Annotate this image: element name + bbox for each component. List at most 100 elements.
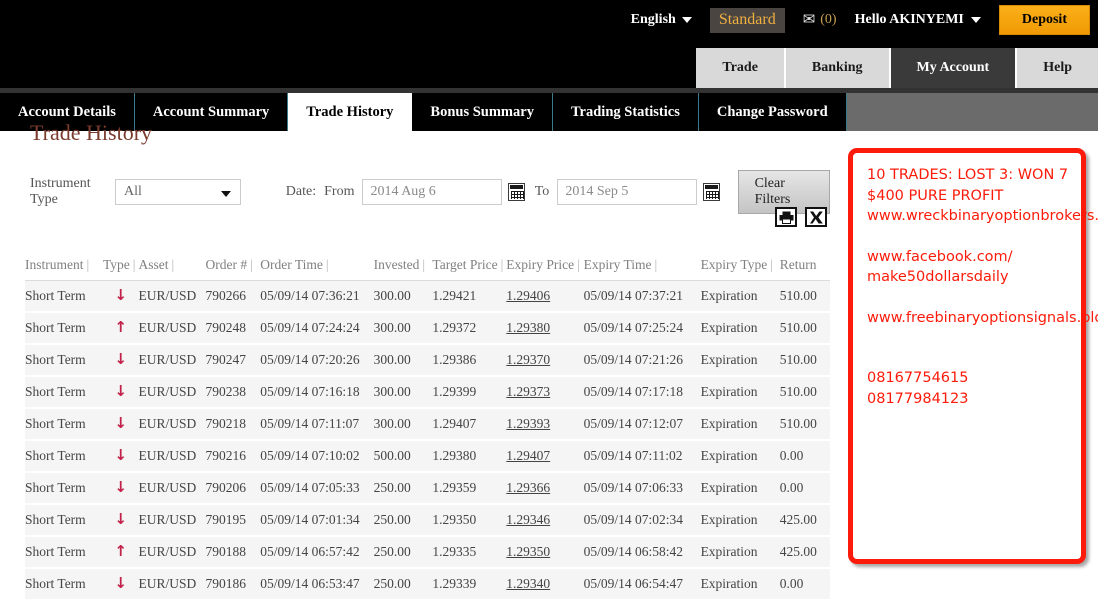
cell-return: 0.00: [779, 440, 830, 473]
date-label: Date:: [285, 184, 317, 199]
cell-type: ↓: [102, 344, 139, 377]
expiry-price-link[interactable]: 1.29373: [506, 384, 550, 399]
table-row[interactable]: Short Term ↑ EUR/USD 790188 05/09/14 06:57:4…: [25, 536, 830, 569]
printer-icon[interactable]: [775, 207, 797, 227]
cell-invested: 500.00: [373, 440, 433, 473]
cell-asset: EUR/USD: [138, 504, 206, 537]
main-nav-tab-banking[interactable]: Banking: [785, 48, 891, 88]
cell-expiry-price[interactable]: 1.29350: [506, 536, 584, 569]
cell-order-number: 790186: [205, 568, 261, 601]
column-header-expiry-time[interactable]: Expiry Time |: [583, 253, 701, 281]
cell-type: ↓: [102, 504, 139, 537]
arrow-down-icon: ↓: [114, 382, 127, 400]
cell-order-number: 790247: [205, 344, 261, 377]
table-row[interactable]: Short Term ↓ EUR/USD 790216 05/09/14 07:10:0…: [25, 440, 830, 473]
table-row[interactable]: Short Term ↓ EUR/USD 790266 05/09/14 07:36:2…: [25, 280, 830, 313]
table-row[interactable]: Short Term ↓ EUR/USD 790206 05/09/14 07:05:3…: [25, 472, 830, 505]
cell-order-time: 05/09/14 07:24:24: [260, 312, 374, 345]
cell-target-price: 1.29335: [432, 536, 507, 569]
expiry-price-link[interactable]: 1.29393: [506, 416, 550, 431]
calendar-icon-from[interactable]: [508, 183, 525, 201]
expiry-price-link[interactable]: 1.29380: [506, 320, 550, 335]
cell-expiry-price[interactable]: 1.29346: [506, 504, 584, 537]
column-header-instrument[interactable]: Instrument |: [25, 253, 103, 281]
cell-return: 0.00: [779, 472, 830, 505]
cell-expiry-price[interactable]: 1.29406: [506, 280, 584, 313]
cell-order-number: 790206: [205, 472, 261, 505]
top-utility-bar-items: English Standard ✉ (0) Hello AKINYEMI De…: [631, 0, 1090, 40]
cell-order-time: 05/09/14 07:05:33: [260, 472, 374, 505]
table-row[interactable]: Short Term ↓ EUR/USD 790195 05/09/14 07:01:3…: [25, 504, 830, 537]
expiry-price-link[interactable]: 1.29406: [506, 288, 550, 303]
arrow-down-icon: ↓: [114, 574, 127, 592]
annotation-spacer: [867, 328, 1069, 368]
cell-expiry-type: Expiration: [700, 280, 780, 313]
tab-trading-statistics[interactable]: Trading Statistics: [552, 93, 699, 131]
expiry-price-link[interactable]: 1.29370: [506, 352, 550, 367]
cell-order-time: 05/09/14 07:36:21: [260, 280, 374, 313]
cell-return: 425.00: [779, 536, 830, 569]
cell-invested: 300.00: [373, 376, 433, 409]
date-to-input[interactable]: [557, 179, 698, 205]
main-nav-tab-my-account[interactable]: My Account: [890, 48, 1018, 88]
cell-expiry-time: 05/09/14 07:37:21: [583, 280, 701, 313]
column-header-order[interactable]: Order # |: [205, 253, 261, 281]
cell-type: ↑: [102, 312, 139, 345]
column-header-order-time[interactable]: Order Time |: [260, 253, 374, 281]
date-from-input[interactable]: [362, 179, 503, 205]
expiry-price-link[interactable]: 1.29366: [506, 480, 550, 495]
cell-expiry-price[interactable]: 1.29366: [506, 472, 584, 505]
table-row[interactable]: Short Term ↓ EUR/USD 790247 05/09/14 07:20:2…: [25, 344, 830, 377]
expiry-price-link[interactable]: 1.29340: [506, 576, 550, 591]
language-label: English: [630, 12, 676, 27]
excel-export-icon[interactable]: [805, 207, 827, 227]
cell-expiry-price[interactable]: 1.29373: [506, 376, 584, 409]
deposit-button[interactable]: Deposit: [998, 5, 1090, 35]
cell-type: ↓: [102, 280, 139, 313]
column-header-asset[interactable]: Asset |: [138, 253, 206, 281]
tab-account-summary[interactable]: Account Summary: [134, 93, 289, 131]
main-nav-tab-help[interactable]: Help: [1017, 48, 1098, 88]
table-row[interactable]: Short Term ↓ EUR/USD 790218 05/09/14 07:11:0…: [25, 408, 830, 441]
mailbox-link[interactable]: ✉ (0): [803, 12, 837, 28]
cell-expiry-price[interactable]: 1.29407: [506, 440, 584, 473]
account-mode-badge[interactable]: Standard: [709, 7, 785, 33]
cell-expiry-time: 05/09/14 07:17:18: [583, 376, 701, 409]
arrow-down-icon: ↓: [114, 286, 127, 304]
column-header-return[interactable]: Return: [779, 253, 830, 281]
export-buttons: [775, 207, 827, 227]
tab-bonus-summary[interactable]: Bonus Summary: [412, 93, 553, 131]
language-selector[interactable]: English: [631, 12, 692, 28]
cell-return: 510.00: [779, 376, 830, 409]
instrument-type-select[interactable]: All: [114, 179, 241, 205]
cell-asset: EUR/USD: [138, 312, 206, 345]
main-nav-tab-trade[interactable]: Trade: [696, 48, 786, 88]
table-row[interactable]: Short Term ↑ EUR/USD 790248 05/09/14 07:24:2…: [25, 312, 830, 345]
column-header-expiry-type[interactable]: Expiry Type |: [700, 253, 780, 281]
column-header-target-price[interactable]: Target Price |: [432, 253, 507, 281]
cell-target-price: 1.29372: [432, 312, 507, 345]
tab-trade-history[interactable]: Trade History: [288, 93, 413, 131]
column-header-expiry-price[interactable]: Expiry Price |: [506, 253, 584, 281]
calendar-icon-to[interactable]: [703, 183, 720, 201]
tab-change-password[interactable]: Change Password: [698, 93, 847, 131]
column-header-type[interactable]: Type |: [102, 253, 139, 281]
arrow-down-icon: ↓: [114, 446, 127, 464]
cell-type: ↓: [102, 472, 139, 505]
main-navigation: Trade Banking My Account Help: [0, 40, 1098, 88]
expiry-price-link[interactable]: 1.29346: [506, 512, 550, 527]
expiry-price-link[interactable]: 1.29350: [506, 544, 550, 559]
cell-expiry-price[interactable]: 1.29380: [506, 312, 584, 345]
cell-order-number: 790248: [205, 312, 261, 345]
user-menu[interactable]: Hello AKINYEMI: [855, 12, 981, 28]
table-row[interactable]: Short Term ↓ EUR/USD 790238 05/09/14 07:16:1…: [25, 376, 830, 409]
arrow-down-icon: ↓: [114, 350, 127, 368]
expiry-price-link[interactable]: 1.29407: [506, 448, 550, 463]
cell-asset: EUR/USD: [138, 472, 206, 505]
column-header-invested[interactable]: Invested |: [373, 253, 433, 281]
promo-annotation-box: 10 TRADES: LOST 3: WON 7 $400 PURE PROFI…: [848, 148, 1098, 564]
cell-expiry-price[interactable]: 1.29340: [506, 568, 584, 601]
cell-expiry-price[interactable]: 1.29393: [506, 408, 584, 441]
table-row[interactable]: Short Term ↓ EUR/USD 790186 05/09/14 06:53:4…: [25, 568, 830, 601]
cell-expiry-price[interactable]: 1.29370: [506, 344, 584, 377]
